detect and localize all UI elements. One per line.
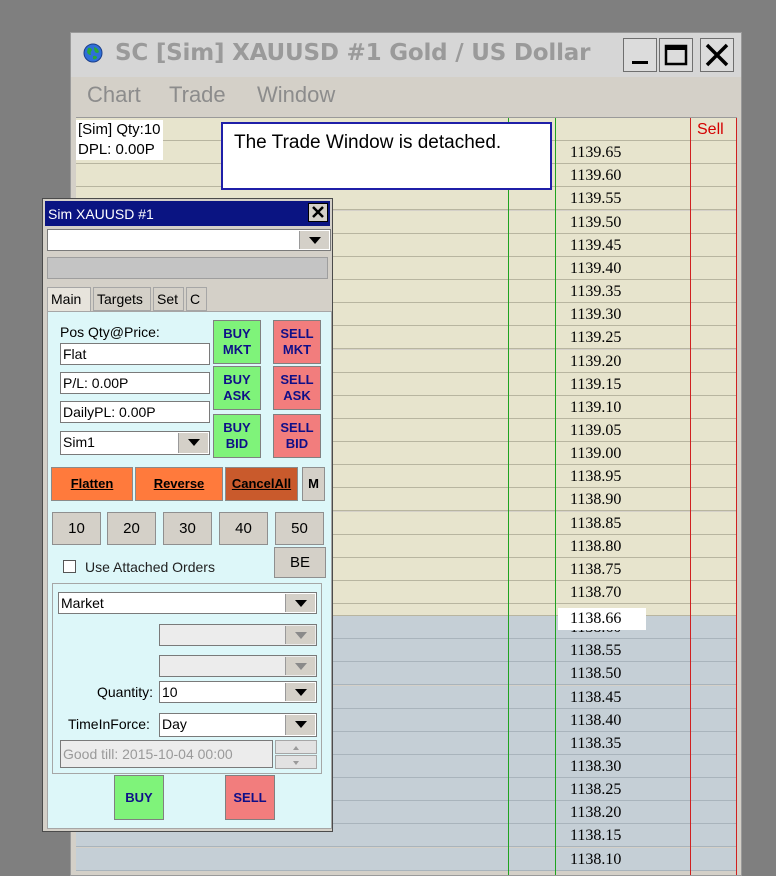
tab-targets[interactable]: Targets [93, 287, 151, 311]
ladder-price: 1139.60 [570, 167, 622, 184]
tab-set[interactable]: Set [153, 287, 184, 311]
title-bar[interactable]: SC [Sim] XAUUSD #1 Gold / US Dollar [71, 33, 741, 77]
tab-main[interactable]: Main [47, 287, 91, 312]
ladder-price: 1139.30 [570, 306, 622, 323]
trade-window-title-bar[interactable]: Sim XAUUSD #1 [45, 201, 330, 226]
ladder-divider-price [555, 118, 556, 875]
tab-c[interactable]: C [186, 287, 207, 311]
ladder-price: 1138.45 [570, 689, 622, 706]
ladder-price: 1139.40 [570, 260, 622, 277]
trade-window-close-button[interactable] [308, 203, 328, 222]
detached-message: The Trade Window is detached. [221, 122, 552, 190]
window-title: SC [Sim] XAUUSD #1 Gold / US Dollar [115, 40, 591, 66]
close-button[interactable] [700, 38, 734, 72]
position-qty-text: [Sim] Qty:10 [78, 121, 161, 138]
menu-chart[interactable]: Chart [87, 82, 141, 108]
ladder-row[interactable]: 1138.10 [76, 848, 737, 871]
ladder-price: 1138.90 [570, 491, 622, 508]
maximize-icon [664, 44, 688, 66]
menu-window[interactable]: Window [257, 82, 335, 108]
ladder-price: 1139.25 [570, 329, 622, 346]
ladder-price: 1139.00 [570, 445, 622, 462]
close-icon [705, 43, 729, 67]
ladder-price: 1139.55 [570, 190, 622, 207]
ladder-price: 1139.20 [570, 353, 622, 370]
ladder-price: 1139.65 [570, 144, 622, 161]
main-tab-panel [47, 311, 332, 829]
close-icon [312, 206, 324, 218]
position-info: [Sim] Qty:10 DPL: 0.00P [76, 120, 163, 160]
ladder-price: 1138.25 [570, 781, 622, 798]
ladder-price: 1138.15 [570, 827, 622, 844]
ladder-price: 1139.05 [570, 422, 622, 439]
current-price-marker: 1138.66 [558, 608, 646, 630]
symbol-dropdown[interactable] [47, 229, 331, 251]
ladder-price: 1138.20 [570, 804, 622, 821]
ladder-price: 1138.35 [570, 735, 622, 752]
status-bar [47, 257, 328, 279]
chevron-down-icon [299, 231, 329, 249]
globe-icon [83, 43, 103, 63]
ladder-price: 1138.85 [570, 515, 622, 532]
ladder-price: 1138.40 [570, 712, 622, 729]
ladder-price: 1138.95 [570, 468, 622, 485]
ladder-price: 1139.35 [570, 283, 622, 300]
ladder-price: 1138.75 [570, 561, 622, 578]
ladder-price: 1139.15 [570, 376, 622, 393]
maximize-button[interactable] [659, 38, 693, 72]
minimize-icon [632, 61, 648, 64]
ladder-price: 1139.10 [570, 399, 622, 416]
menu-trade[interactable]: Trade [169, 82, 226, 108]
ladder-divider-right [736, 118, 737, 875]
ladder-price: 1139.50 [570, 214, 622, 231]
ladder-price: 1138.50 [570, 665, 622, 682]
dpl-text: DPL: 0.00P [78, 141, 155, 158]
ladder-price: 1138.80 [570, 538, 622, 555]
ladder-price: 1138.70 [570, 584, 622, 601]
sell-column-header: Sell [697, 121, 724, 138]
ladder-price: 1138.30 [570, 758, 622, 775]
trade-window-title: Sim XAUUSD #1 [48, 206, 154, 222]
trade-window: Sim XAUUSD #1 Main Targets Set C [42, 198, 333, 832]
ladder-price: 1139.45 [570, 237, 622, 254]
ladder-price: 1138.10 [570, 851, 622, 868]
ladder-price: 1138.55 [570, 642, 622, 659]
ladder-divider-green [508, 118, 509, 875]
minimize-button[interactable] [623, 38, 657, 72]
ladder-divider-red [690, 118, 691, 875]
